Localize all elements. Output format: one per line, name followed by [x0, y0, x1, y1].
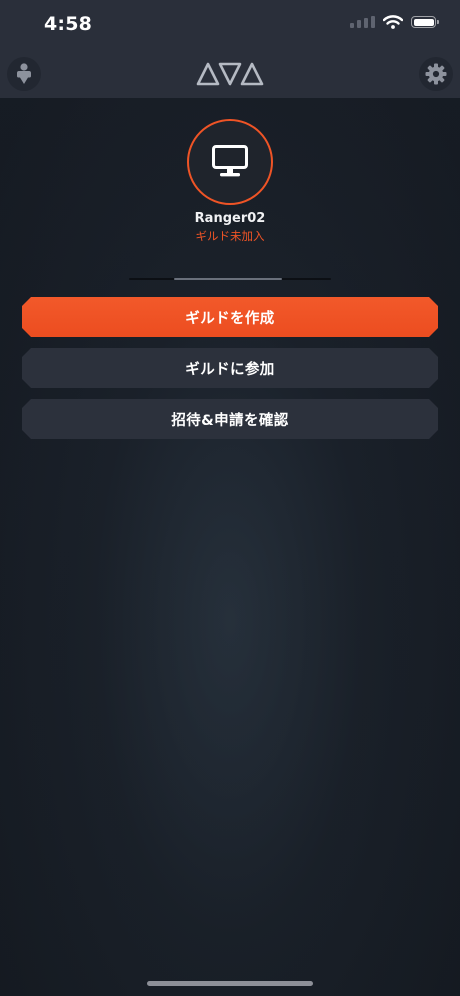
home-indicator[interactable]	[147, 981, 313, 986]
ava-logo-icon	[196, 62, 264, 86]
profile-avatar	[187, 119, 273, 205]
profile-button[interactable]	[7, 57, 41, 91]
wifi-icon	[383, 15, 403, 29]
guild-screen: 4:58 Ranger02 ギルド未加入 ギルドを作成 ギルドに参加 招待&申請…	[0, 0, 460, 996]
guild-status-label: ギルド未加入	[195, 229, 265, 243]
user-icon	[17, 63, 31, 84]
create-guild-button[interactable]: ギルドを作成	[22, 297, 438, 337]
signal-icon	[350, 16, 375, 28]
join-guild-button[interactable]: ギルドに参加	[22, 348, 438, 388]
battery-icon	[411, 16, 439, 28]
section-divider	[129, 278, 331, 280]
monitor-icon	[212, 145, 248, 177]
gear-icon	[425, 63, 447, 85]
settings-button[interactable]	[419, 57, 453, 91]
status-time: 4:58	[44, 13, 93, 35]
status-bar: 4:58	[0, 0, 460, 50]
check-invites-button[interactable]: 招待&申請を確認	[22, 399, 438, 439]
username: Ranger02	[194, 211, 266, 226]
status-icons	[350, 15, 439, 29]
header-bar	[0, 50, 460, 98]
